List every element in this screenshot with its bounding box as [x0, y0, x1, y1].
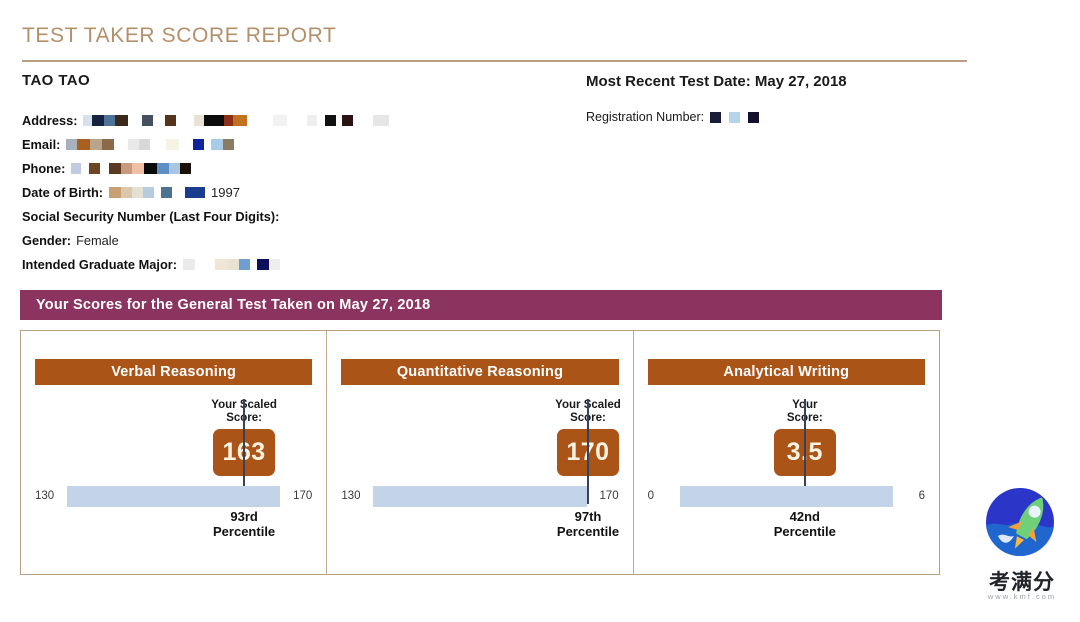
gender-value: Female — [76, 232, 119, 248]
redacted-registration-number — [710, 111, 760, 123]
scale-min-label: 0 — [647, 490, 655, 502]
registration-number-row: Registration Number: — [586, 110, 760, 124]
page-title: TEST TAKER SCORE REPORT — [22, 24, 337, 47]
info-row-phone: Phone: — [22, 156, 542, 180]
scale-bar — [679, 486, 893, 507]
date-of-birth-label: Date of Birth: — [22, 184, 104, 200]
scale-min-label: 130 — [341, 490, 361, 502]
gender-label: Gender: — [22, 232, 72, 248]
percentile-label: 42nd Percentile — [773, 509, 836, 539]
date-of-birth-year: 1997 — [211, 184, 240, 200]
section-header-bar: Quantitative Reasoning — [341, 359, 619, 385]
section-title: Verbal Reasoning — [111, 364, 237, 380]
scale-bar-wrap: 130 170 — [35, 486, 312, 508]
scale-max-label: 170 — [599, 490, 619, 502]
section-title: Quantitative Reasoning — [396, 364, 564, 380]
section-title: Analytical Writing — [723, 364, 850, 380]
test-taker-name: TAO TAO — [22, 72, 91, 89]
intended-major-label: Intended Graduate Major: — [22, 256, 177, 272]
scale-max-label: 6 — [918, 490, 925, 502]
watermark-logo: 考满分 www.kmf.com — [972, 484, 1072, 616]
section-header-bar: Analytical Writing — [647, 359, 925, 385]
redacted-date-of-birth — [109, 186, 206, 198]
redacted-intended-major — [183, 258, 280, 270]
scores-banner-text: Your Scores for the General Test Taken o… — [36, 297, 431, 313]
watermark-url: www.kmf.com — [987, 592, 1057, 601]
info-row-date-of-birth: Date of Birth: 1997 — [22, 180, 542, 204]
info-row-email: Email: — [22, 132, 542, 156]
score-section-1: Verbal ReasoningYour Scaled Score:163130… — [21, 331, 326, 574]
header-divider — [22, 60, 967, 62]
scale-bar — [67, 486, 281, 507]
scale-bar-wrap: 130 170 — [341, 486, 619, 508]
info-row-gender: Gender: Female — [22, 228, 542, 252]
phone-label: Phone: — [22, 160, 66, 176]
scores-banner: Your Scores for the General Test Taken o… — [20, 290, 942, 320]
test-taker-info-list: Address: Email: Phone: Date of Birth: 19… — [22, 108, 542, 276]
info-row-address: Address: — [22, 108, 542, 132]
registration-number-label: Registration Number: — [586, 110, 705, 124]
scale-max-label: 170 — [293, 490, 313, 502]
email-label: Email: — [22, 136, 61, 152]
score-section-3: Analytical WritingYour Score:3.50642nd P… — [632, 331, 939, 574]
scale-bar-wrap: 06 — [648, 486, 925, 508]
redacted-email — [66, 138, 235, 150]
scale-min-label: 130 — [35, 490, 55, 502]
address-label: Address: — [22, 112, 78, 128]
info-row-ssn: Social Security Number (Last Four Digits… — [22, 204, 542, 228]
redacted-phone — [71, 162, 192, 174]
ssn-label: Social Security Number (Last Four Digits… — [22, 208, 280, 224]
section-header-bar: Verbal Reasoning — [35, 359, 313, 385]
redacted-address — [83, 114, 390, 126]
rocket-badge-icon — [986, 488, 1054, 556]
most-recent-test-date: Most Recent Test Date: May 27, 2018 — [586, 73, 847, 90]
scale-bar — [373, 486, 587, 507]
score-section-2: Quantitative ReasoningYour Scaled Score:… — [326, 331, 632, 574]
info-row-intended-major: Intended Graduate Major: — [22, 252, 542, 276]
percentile-label: 93rd Percentile — [213, 509, 276, 539]
scores-panel: Verbal ReasoningYour Scaled Score:163130… — [20, 330, 940, 575]
